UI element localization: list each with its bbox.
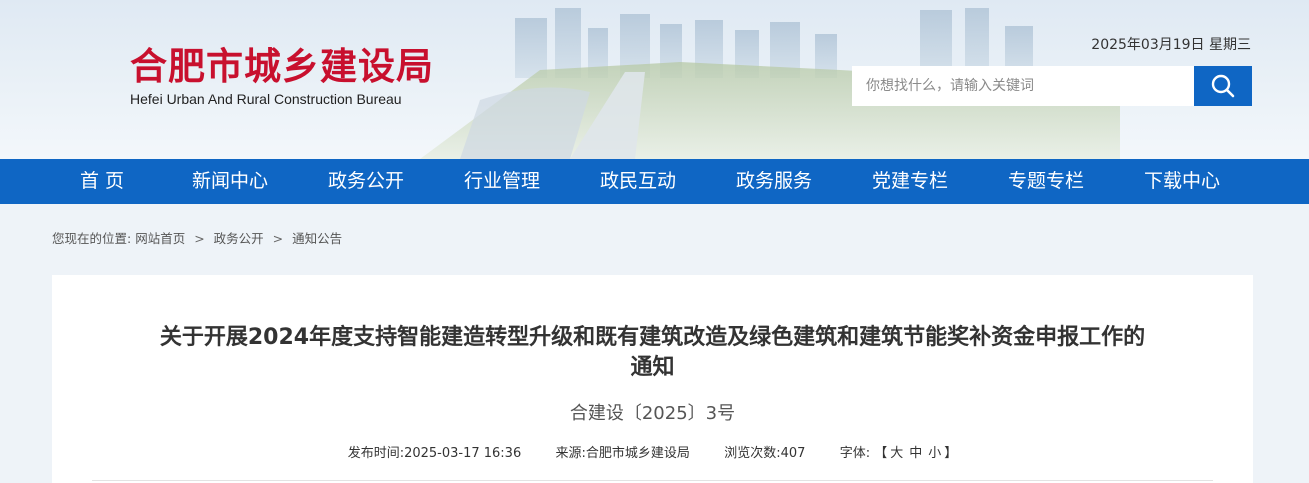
nav-item-party[interactable]: 党建专栏 — [842, 159, 978, 204]
nav-item-gov-info[interactable]: 政务公开 — [298, 159, 434, 204]
font-size-medium[interactable]: 中 — [909, 446, 922, 461]
article-meta: 发布时间:2025-03-17 16:36 来源:合肥市城乡建设局 浏览次数:4… — [52, 445, 1253, 463]
search-input[interactable] — [852, 66, 1194, 106]
meta-divider — [92, 480, 1213, 481]
article-title-line2: 通知 — [630, 355, 675, 380]
article-card: 关于开展2024年度支持智能建造转型升级和既有建筑改造及绿色建筑和建筑节能奖补资… — [52, 275, 1253, 483]
nav-item-topics[interactable]: 专题专栏 — [978, 159, 1114, 204]
bracket-open: 【 — [874, 446, 888, 461]
bracket-close: 】 — [944, 446, 958, 461]
publish-time-label: 发布时间: — [347, 446, 405, 461]
main-nav: 首 页 新闻中心 政务公开 行业管理 政民互动 政务服务 党建专栏 专题专栏 下… — [0, 159, 1309, 204]
nav-item-interaction[interactable]: 政民互动 — [570, 159, 706, 204]
nav-item-industry[interactable]: 行业管理 — [434, 159, 570, 204]
breadcrumb-separator: > — [272, 231, 284, 246]
nav-item-downloads[interactable]: 下载中心 — [1114, 159, 1250, 204]
breadcrumb-notices[interactable]: 通知公告 — [292, 231, 342, 246]
source: 合肥市城乡建设局 — [585, 446, 690, 461]
font-size-control: 字体: 【大中小】 — [840, 446, 958, 461]
nav-item-news[interactable]: 新闻中心 — [162, 159, 298, 204]
search-button[interactable] — [1194, 66, 1252, 106]
source-label: 来源: — [555, 446, 586, 461]
breadcrumb-gov-info[interactable]: 政务公开 — [214, 231, 264, 246]
current-date: 2025年03月19日 星期三 — [1091, 37, 1251, 53]
logo-title-cn[interactable]: 合肥市城乡建设局 — [130, 42, 434, 90]
breadcrumb-prefix: 您现在的位置: — [52, 231, 132, 246]
breadcrumb-separator: > — [194, 231, 205, 246]
article-title-line1: 关于开展2024年度支持智能建造转型升级和既有建筑改造及绿色建筑和建筑节能奖补资… — [159, 325, 1146, 350]
font-size-label: 字体: — [839, 446, 871, 461]
site-header: 合肥市城乡建设局 Hefei Urban And Rural Construct… — [0, 0, 1309, 159]
search-icon — [1211, 74, 1235, 98]
font-size-small[interactable]: 小 — [928, 446, 941, 461]
article-title: 关于开展2024年度支持智能建造转型升级和既有建筑改造及绿色建筑和建筑节能奖补资… — [52, 323, 1253, 383]
views-label: 浏览次数: — [724, 446, 781, 461]
nav-item-gov-service[interactable]: 政务服务 — [706, 159, 842, 204]
search-bar — [852, 66, 1252, 106]
breadcrumb: 您现在的位置: 网站首页 > 政务公开 > 通知公告 — [52, 230, 342, 248]
document-number: 合建设〔2025〕3号 — [569, 403, 736, 424]
logo-title-en[interactable]: Hefei Urban And Rural Construction Burea… — [130, 90, 402, 108]
view-count: 407 — [780, 446, 806, 461]
nav-item-home[interactable]: 首 页 — [42, 159, 162, 204]
publish-time: 2025-03-17 16:36 — [404, 446, 522, 461]
breadcrumb-home[interactable]: 网站首页 — [135, 231, 185, 246]
font-size-large[interactable]: 大 — [890, 446, 903, 461]
